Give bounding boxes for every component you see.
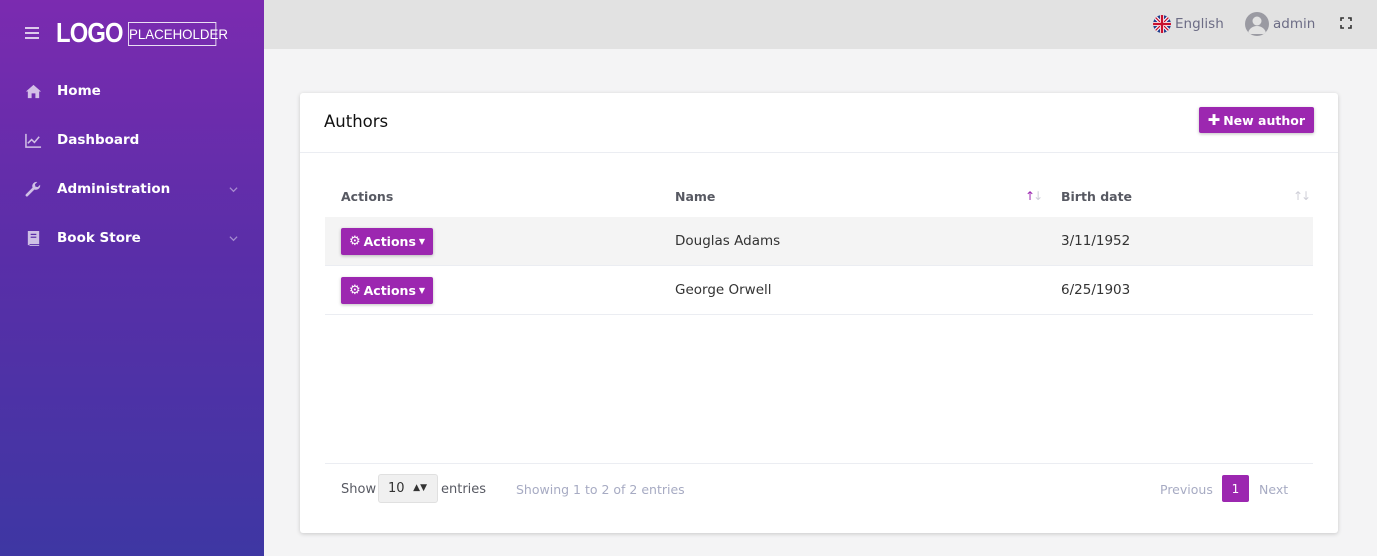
author-name: Douglas Adams <box>675 233 781 249</box>
chevron-down-icon <box>229 235 238 241</box>
page-title: Authors <box>324 112 389 131</box>
card-header: Authors ✚ New author <box>300 93 1338 153</box>
chart-line-icon <box>25 133 42 148</box>
caret-down-icon: ▼ <box>418 286 426 295</box>
language-selector[interactable]: English <box>1153 15 1224 33</box>
next-page-link[interactable]: Next <box>1259 482 1288 497</box>
avatar <box>1245 12 1269 36</box>
sidebar-item-book-store[interactable]: Book Store <box>0 218 264 258</box>
sidebar-item-label: Home <box>57 83 101 99</box>
brand: LOGO PLACEHOLDER <box>0 0 264 68</box>
table-footer: Show 10 ▲▼ entries Showing 1 to 2 of 2 e… <box>325 463 1313 513</box>
logo[interactable]: LOGO <box>56 17 124 49</box>
sidebar-item-label: Dashboard <box>57 132 140 148</box>
sidebar-item-home[interactable]: Home <box>0 71 264 111</box>
previous-page-link[interactable]: Previous <box>1160 482 1213 497</box>
gear-icon: ⚙ <box>348 283 361 298</box>
sidebar-item-label: Administration <box>57 181 171 197</box>
table-row: ⚙ Actions ▼ George Orwell 6/25/1903 <box>325 266 1313 315</box>
column-header-birth-date[interactable]: Birth date <box>1061 189 1132 204</box>
chevron-down-icon <box>229 186 238 192</box>
column-header-name[interactable]: Name <box>675 189 715 204</box>
user-icon <box>1248 16 1266 34</box>
column-header-actions: Actions <box>341 189 394 204</box>
sidebar-item-dashboard[interactable]: Dashboard <box>0 120 264 160</box>
page-size-value: 10 <box>388 481 405 496</box>
home-icon <box>25 84 42 98</box>
table-row: ⚙ Actions ▼ Douglas Adams 3/11/1952 <box>325 217 1313 266</box>
wrench-icon <box>25 181 41 197</box>
sort-asc-icon[interactable]: ↑↓ <box>1025 189 1043 203</box>
uk-flag-icon <box>1153 15 1171 33</box>
sidebar-item-administration[interactable]: Administration <box>0 169 264 209</box>
actions-label: Actions <box>363 283 416 298</box>
sidebar: LOGO PLACEHOLDER Home Dashboard Administ… <box>0 0 264 556</box>
pagination-info: Showing 1 to 2 of 2 entries <box>516 482 685 497</box>
logo-placeholder: PLACEHOLDER <box>128 22 228 46</box>
top-header: English admin <box>264 0 1377 49</box>
sort-icon[interactable]: ↑↓ <box>1293 189 1311 203</box>
authors-table: Actions Name ↑↓ Birth date ↑↓ ⚙ Actions … <box>325 177 1313 315</box>
table-header: Actions Name ↑↓ Birth date ↑↓ <box>325 177 1313 217</box>
page-size-select[interactable]: 10 ▲▼ <box>378 474 438 503</box>
actions-label: Actions <box>363 234 416 249</box>
new-author-button[interactable]: ✚ New author <box>1198 107 1314 133</box>
menu-toggle-icon[interactable] <box>25 27 39 39</box>
gear-icon: ⚙ <box>348 234 361 249</box>
actions-dropdown-button[interactable]: ⚙ Actions ▼ <box>341 228 433 255</box>
username: admin <box>1273 16 1316 32</box>
author-birth-date: 6/25/1903 <box>1061 282 1131 298</box>
caret-down-icon: ▼ <box>418 237 426 246</box>
new-author-label: New author <box>1223 112 1305 128</box>
fullscreen-icon[interactable] <box>1340 17 1352 29</box>
book-icon <box>27 230 40 246</box>
author-name: George Orwell <box>675 282 772 298</box>
user-menu[interactable]: admin <box>1245 12 1315 36</box>
plus-icon: ✚ <box>1207 110 1221 129</box>
page-1-button[interactable]: 1 <box>1222 475 1249 502</box>
author-birth-date: 3/11/1952 <box>1061 233 1131 249</box>
actions-dropdown-button[interactable]: ⚙ Actions ▼ <box>341 277 433 304</box>
show-label: Show <box>341 482 377 497</box>
sidebar-item-label: Book Store <box>57 230 141 246</box>
language-label: English <box>1175 16 1224 32</box>
authors-card: Authors ✚ New author Actions Name ↑↓ Bir… <box>300 93 1338 533</box>
entries-label: entries <box>441 482 487 497</box>
select-arrows-icon: ▲▼ <box>413 483 427 493</box>
